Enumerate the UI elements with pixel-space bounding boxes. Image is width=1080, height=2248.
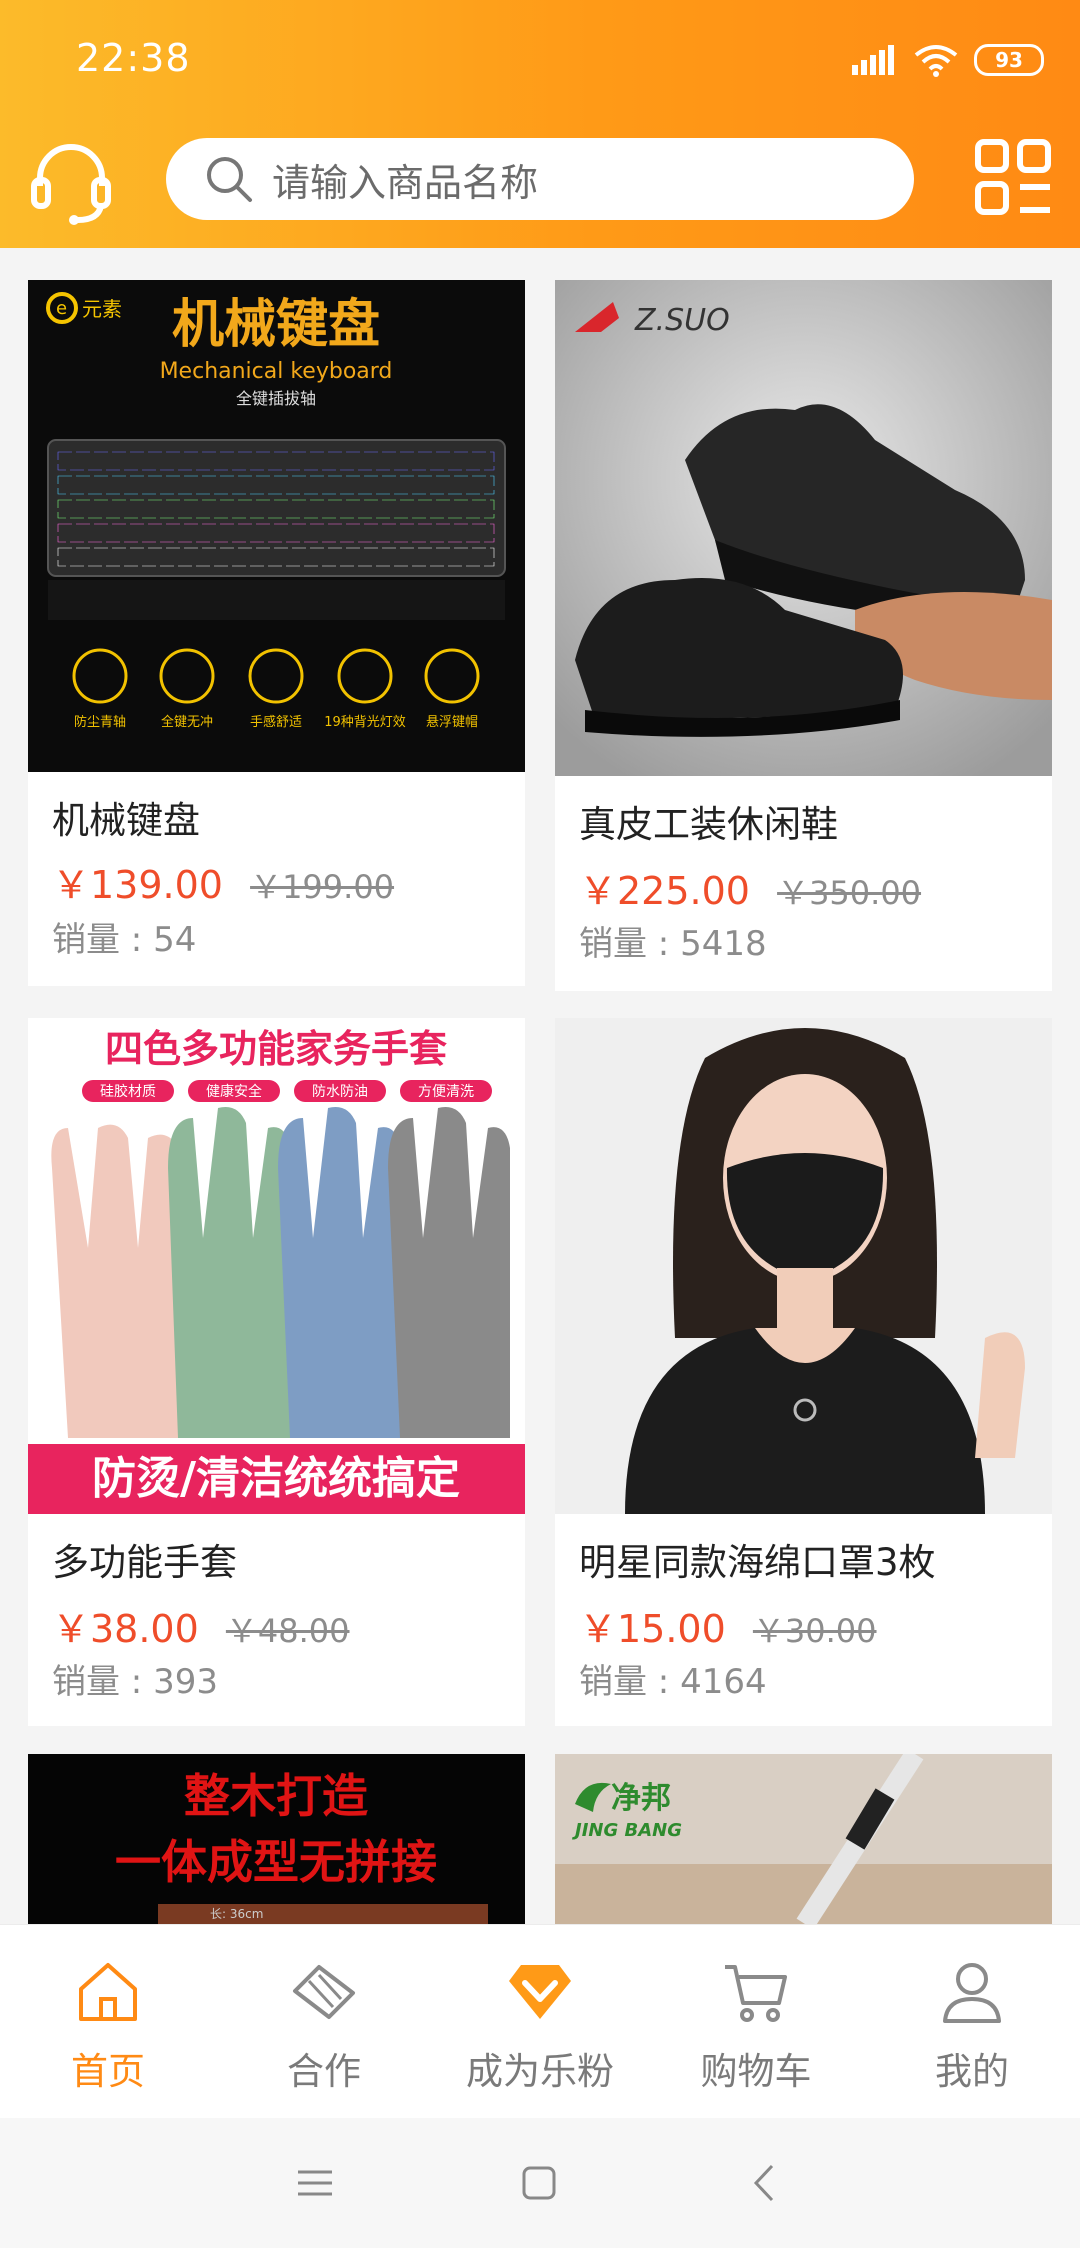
nav-item-cart[interactable]: 购物车 — [648, 1925, 864, 2119]
home-square-icon[interactable] — [514, 2158, 564, 2208]
mop-brand-en: JING BANG — [572, 1820, 682, 1841]
keyboard-brand: 元素 — [82, 297, 122, 321]
gloves-tag-1: 硅胶材质 — [100, 1083, 156, 1100]
keyboard-headline: 机械键盘 — [172, 295, 380, 355]
gloves-tag-3: 防水防油 — [312, 1084, 368, 1100]
scan-icon[interactable] — [972, 136, 1054, 218]
price-row: ￥225.00 ￥350.00 — [579, 860, 921, 915]
product-card[interactable]: 净邦 JING BANG — [555, 1754, 1052, 1924]
board-line-2: 一体成型无拼接 — [115, 1835, 437, 1889]
keyboard-feature-4: 19种背光灯效 — [324, 715, 406, 730]
product-image-gloves: 四色多功能家务手套 硅胶材质 健康安全 防水防油 方便清洗 防烫/清洁统统搞定 — [28, 1018, 525, 1514]
search-placeholder: 请输入商品名称 — [272, 160, 539, 205]
diamond-icon — [509, 1965, 571, 2019]
price-row: ￥139.00 ￥199.00 — [52, 854, 394, 909]
nav-label-home: 首页 — [71, 2050, 145, 2093]
product-card[interactable]: 整木打造 一体成型无拼接 长: 36cm — [28, 1754, 525, 1924]
cart-icon — [725, 1965, 787, 2022]
product-title: 机械键盘 — [52, 799, 200, 842]
nav-label-cart: 购物车 — [700, 2050, 812, 2093]
headset-icon[interactable] — [26, 136, 116, 226]
product-image-shoes: Z.SUO — [555, 280, 1052, 776]
product-price: ￥38.00 — [52, 1607, 199, 1651]
nav-label-cooperation: 合作 — [287, 2050, 361, 2093]
product-original-price: ￥30.00 — [752, 1612, 877, 1650]
keyboard-feature-5: 悬浮键帽 — [426, 714, 478, 730]
product-title: 明星同款海绵口罩3枚 — [579, 1541, 936, 1584]
product-sales: 销量 : 5418 — [579, 924, 767, 964]
keyboard-feature-3: 手感舒适 — [250, 714, 302, 730]
gloves-headline: 四色多功能家务手套 — [105, 1027, 447, 1071]
nav-label-become-fan: 成为乐粉 — [466, 2050, 614, 2093]
gloves-footer: 防烫/清洁统统搞定 — [92, 1453, 460, 1504]
product-sales: 销量 : 4164 — [579, 1662, 767, 1702]
product-card[interactable]: e 元素 机械键盘 Mechanical keyboard 全键插拔轴 防尘青轴… — [28, 280, 525, 986]
price-row: ￥15.00 ￥30.00 — [579, 1598, 877, 1653]
keyboard-feature-1: 防尘青轴 — [74, 714, 126, 730]
search-bar[interactable]: 请输入商品名称 — [166, 138, 914, 220]
price-row: ￥38.00 ￥48.00 — [52, 1598, 350, 1653]
product-image-mask — [555, 1018, 1052, 1514]
product-price: ￥225.00 — [579, 869, 750, 913]
gloves-tag-2: 健康安全 — [206, 1083, 262, 1100]
product-image-board: 整木打造 一体成型无拼接 长: 36cm — [28, 1754, 525, 1924]
product-original-price: ￥350.00 — [777, 874, 922, 912]
product-card[interactable]: Z.SUO 真皮工装休闲鞋 ￥225.00 ￥350.00 销量 : 5418 — [555, 280, 1052, 991]
product-card[interactable]: 四色多功能家务手套 硅胶材质 健康安全 防水防油 方便清洗 防烫/清洁统统搞定 … — [28, 1018, 525, 1726]
product-price: ￥139.00 — [52, 863, 223, 907]
product-title: 多功能手套 — [52, 1541, 237, 1584]
shoes-brand: Z.SUO — [634, 303, 730, 338]
nav-label-profile: 我的 — [935, 2050, 1009, 2093]
product-sales: 销量 : 393 — [52, 1662, 218, 1702]
handshake-icon — [293, 1965, 355, 2019]
board-line-1: 整木打造 — [184, 1769, 368, 1823]
user-icon — [943, 1963, 1001, 2023]
product-image-keyboard: e 元素 机械键盘 Mechanical keyboard 全键插拔轴 防尘青轴… — [28, 280, 525, 772]
back-icon[interactable] — [740, 2158, 790, 2208]
mop-brand: 净邦 — [611, 1781, 671, 1816]
bottom-nav: 首页 合作 成为乐粉 购物车 我的 — [0, 1924, 1080, 2119]
nav-item-become-fan[interactable]: 成为乐粉 — [432, 1925, 648, 2119]
battery-indicator: 93 — [974, 44, 1044, 76]
search-icon — [207, 157, 252, 202]
product-sales: 销量 : 54 — [52, 920, 197, 960]
product-card[interactable]: 明星同款海绵口罩3枚 ￥15.00 ￥30.00 销量 : 4164 — [555, 1018, 1052, 1726]
menu-icon[interactable] — [290, 2158, 340, 2208]
board-dimension: 长: 36cm — [210, 1907, 263, 1921]
nav-item-home[interactable]: 首页 — [0, 1925, 216, 2119]
status-icons: 93 — [852, 40, 1044, 80]
product-price: ￥15.00 — [579, 1607, 726, 1651]
keyboard-tagline: 全键插拔轴 — [236, 389, 316, 408]
wifi-icon — [914, 45, 958, 77]
gloves-tag-4: 方便清洗 — [418, 1084, 474, 1100]
signal-icon — [852, 45, 894, 75]
svg-text:e: e — [56, 298, 67, 319]
nav-item-cooperation[interactable]: 合作 — [216, 1925, 432, 2119]
nav-item-profile[interactable]: 我的 — [864, 1925, 1080, 2119]
system-nav-bar — [0, 2118, 1080, 2248]
keyboard-subtitle: Mechanical keyboard — [160, 359, 393, 384]
product-image-mop: 净邦 JING BANG — [555, 1754, 1052, 1924]
status-time: 22:38 — [76, 36, 191, 80]
product-title: 真皮工装休闲鞋 — [579, 803, 838, 846]
home-icon — [79, 1963, 137, 2021]
product-original-price: ￥48.00 — [225, 1612, 350, 1650]
keyboard-feature-2: 全键无冲 — [161, 714, 213, 730]
product-original-price: ￥199.00 — [250, 868, 395, 906]
app-header: 22:38 93 请输入商品名称 — [0, 0, 1080, 248]
